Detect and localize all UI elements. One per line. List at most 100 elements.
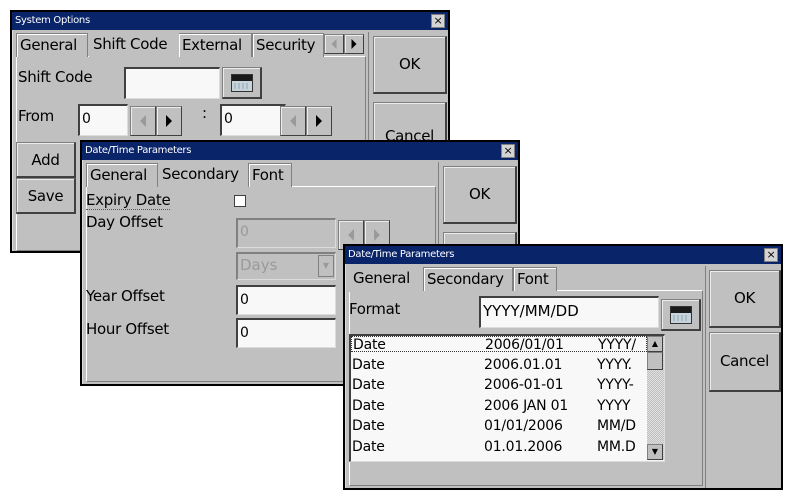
tab-scroll-right[interactable] [344, 34, 364, 54]
cell-example: 2006/01/01 [485, 337, 564, 353]
tab-font[interactable]: Font [513, 267, 557, 291]
vertical-divider [705, 266, 706, 488]
scroll-up-button[interactable]: ▲ [647, 336, 663, 352]
ok-button[interactable]: OK [709, 270, 781, 328]
close-icon: × [433, 14, 443, 27]
cell-pattern: YYYY/ [598, 337, 636, 353]
tab-general[interactable]: General [16, 33, 88, 57]
cell-example: 01.01.2006 [484, 438, 563, 455]
from-minute-input[interactable]: 0 [220, 104, 286, 136]
cell-pattern: MM/D [597, 418, 636, 434]
dialog-title: System Options [15, 15, 90, 26]
list-item[interactable]: Date 2006 JAN 01 YYYY [351, 398, 647, 414]
tab-security[interactable]: Security [252, 33, 324, 57]
button-label: OK [468, 185, 491, 203]
from-hour-decrement[interactable] [130, 106, 156, 136]
day-offset-input[interactable]: 0 [236, 218, 336, 248]
cell-type: Date [352, 377, 385, 393]
button-label: Add [31, 151, 60, 169]
cell-type: Date [352, 438, 385, 455]
save-button[interactable]: Save [16, 178, 76, 214]
format-list[interactable]: Date 2006/01/01 YYYY/Date 2006.01.01 YYYY. Da… [349, 334, 665, 462]
format-label: Format [349, 300, 401, 318]
arrow-right-icon [351, 39, 357, 49]
from-hour-input[interactable]: 0 [78, 104, 128, 136]
button-label: OK [733, 289, 756, 307]
scroll-down-button[interactable]: ▼ [647, 444, 663, 460]
tab-label: Shift Code [93, 35, 168, 53]
from-minute-decrement[interactable] [280, 106, 306, 136]
title-bar: Date/Time Parameters × [345, 246, 781, 264]
tab-label: Font [517, 270, 549, 288]
tab-label: Secondary [162, 165, 239, 183]
scroll-thumb[interactable] [647, 352, 663, 370]
cell-pattern: YYYY. [597, 356, 632, 373]
arrow-left-icon [348, 229, 354, 241]
tab-label: General [20, 36, 78, 54]
close-button[interactable]: × [764, 248, 778, 262]
arrow-left-icon [331, 39, 337, 49]
shift-code-input[interactable] [124, 67, 220, 99]
list-item[interactable]: Date 2006-01-01 YYYY- [351, 377, 647, 393]
list-item[interactable]: Date 2006.01.01 YYYY. [351, 357, 647, 373]
format-input[interactable]: YYYY/MM/DD [479, 296, 659, 328]
dialog-title: Date/Time Parameters [348, 249, 455, 260]
tab-label: General [90, 166, 148, 184]
list-item[interactable]: Date 01.01.2006 MM.D [351, 439, 647, 455]
expiry-date-checkbox[interactable] [234, 195, 246, 207]
select-value: Days [240, 256, 278, 274]
tab-label: External [182, 36, 242, 54]
cell-type: Date [353, 337, 386, 353]
tab-label: Secondary [427, 270, 504, 288]
tab-label: Security [256, 36, 316, 54]
ok-button[interactable]: OK [443, 166, 517, 224]
arrow-right-icon [374, 229, 380, 241]
add-button[interactable]: Add [16, 142, 76, 178]
cell-pattern: MM.D [597, 438, 636, 455]
chevron-down-icon[interactable]: ▼ [318, 255, 334, 277]
close-button[interactable]: × [431, 14, 445, 28]
from-hour-increment[interactable] [156, 106, 182, 136]
arrow-left-icon [290, 115, 296, 127]
list-item[interactable]: Date 2006/01/01 YYYY/ [351, 336, 647, 353]
cell-type: Date [352, 418, 385, 434]
cell-example: 2006 JAN 01 [484, 397, 569, 414]
button-label: OK [398, 55, 421, 73]
from-minute-increment[interactable] [306, 106, 332, 136]
hour-offset-input[interactable]: 0 [236, 318, 336, 348]
button-label: Save [27, 187, 64, 205]
tab-font[interactable]: Font [248, 163, 292, 187]
cell-example: 2006-01-01 [484, 377, 564, 393]
cancel-button[interactable]: Cancel [709, 332, 781, 392]
cell-pattern: YYYY [597, 397, 631, 414]
expiry-date-label: Expiry Date [86, 191, 171, 210]
keyboard-button[interactable] [222, 67, 262, 99]
close-icon: × [503, 144, 513, 157]
keyboard-icon [669, 305, 692, 324]
tab-secondary[interactable]: Secondary [423, 267, 513, 291]
tab-scroll-left[interactable] [324, 34, 344, 54]
ok-button[interactable]: OK [373, 36, 447, 94]
tab-external[interactable]: External [178, 33, 252, 57]
list-item[interactable]: Date 01/01/2006 MM/D [351, 418, 647, 434]
tab-label: Font [252, 166, 284, 184]
keyboard-icon [230, 73, 253, 92]
year-offset-input[interactable]: 0 [236, 285, 336, 315]
from-label: From [18, 107, 54, 125]
arrow-right-icon [166, 115, 172, 127]
close-button[interactable]: × [501, 144, 515, 158]
dialog-title: Date/Time Parameters [85, 145, 192, 156]
keyboard-button[interactable] [661, 299, 701, 331]
tab-general[interactable]: General [86, 163, 158, 187]
arrow-right-icon [316, 115, 322, 127]
arrow-left-icon [140, 115, 146, 127]
tab-shift-code[interactable]: Shift Code [89, 32, 179, 58]
cell-pattern: YYYY- [597, 377, 634, 393]
tab-secondary[interactable]: Secondary [158, 162, 248, 188]
tab-general[interactable]: General [349, 266, 423, 292]
cell-type: Date [352, 356, 385, 373]
year-offset-label: Year Offset [86, 287, 165, 305]
button-label: Cancel [719, 352, 769, 370]
shift-code-label: Shift Code [18, 68, 93, 86]
hour-offset-label: Hour Offset [86, 320, 169, 338]
